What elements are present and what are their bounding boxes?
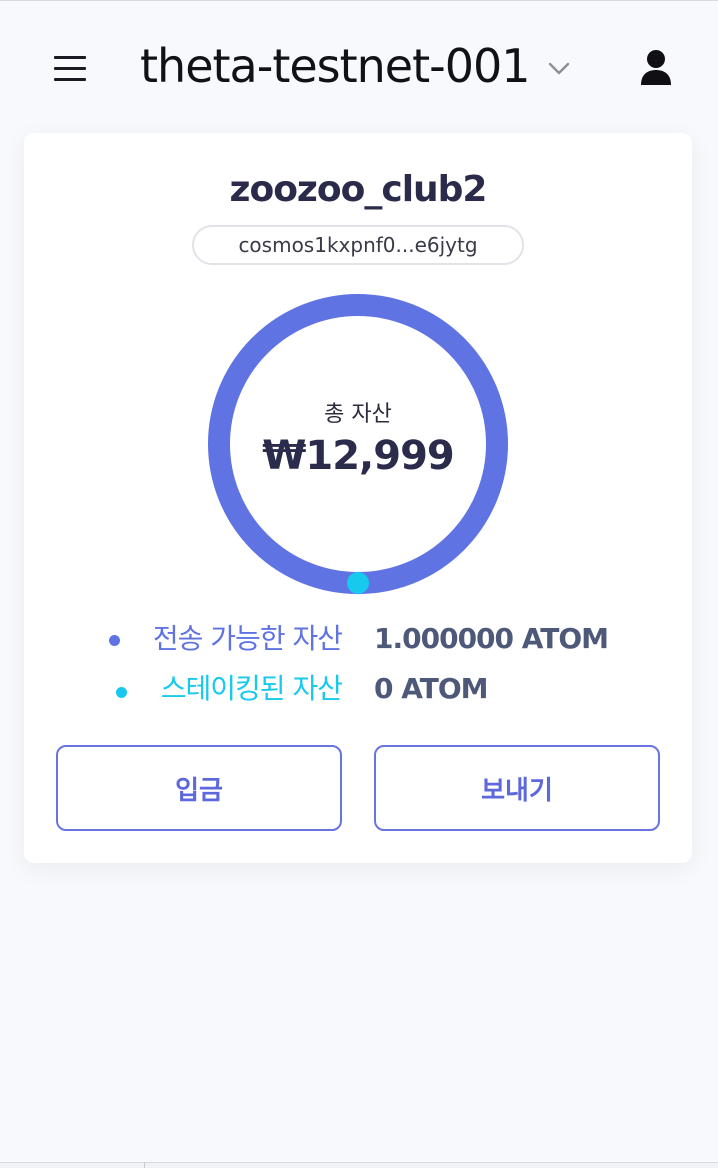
account-card: zoozoo_club2 cosmos1kxpnf0...e6jytg 총 자산… (24, 133, 692, 863)
legend-row-available: 전송 가능한 자산 1.000000 ATOM (24, 619, 692, 659)
bottom-edge (0, 1162, 718, 1168)
chevron-down-icon (548, 62, 569, 75)
account-name: zoozoo_club2 (229, 169, 488, 210)
total-assets-label: 총 자산 (324, 402, 392, 427)
deposit-button[interactable]: 입금 (56, 745, 342, 831)
hamburger-menu-icon[interactable] (52, 53, 88, 83)
chain-selector[interactable]: theta-testnet-001 (140, 31, 570, 101)
staked-dot-icon (116, 687, 127, 698)
staked-value: 0 ATOM (374, 672, 488, 705)
total-assets-value: ₩12,999 (262, 433, 454, 479)
wallet-home: theta-testnet-001 zoozoo_club2 cosmos1kx… (0, 0, 718, 1168)
chain-name: theta-testnet-001 (140, 39, 531, 93)
bottom-divider (144, 1162, 145, 1168)
user-icon[interactable] (638, 49, 674, 87)
available-value: 1.000000 ATOM (374, 622, 609, 655)
available-dot-icon (109, 635, 120, 646)
legend-row-staked: 스테이킹된 자산 0 ATOM (24, 669, 692, 709)
top-bar: theta-testnet-001 (0, 1, 718, 131)
staked-marker (347, 572, 369, 594)
available-label: 전송 가능한 자산 (152, 622, 343, 655)
address-pill[interactable]: cosmos1kxpnf0...e6jytg (192, 225, 524, 265)
send-button[interactable]: 보내기 (374, 745, 660, 831)
staked-label: 스테이킹된 자산 (160, 672, 343, 705)
